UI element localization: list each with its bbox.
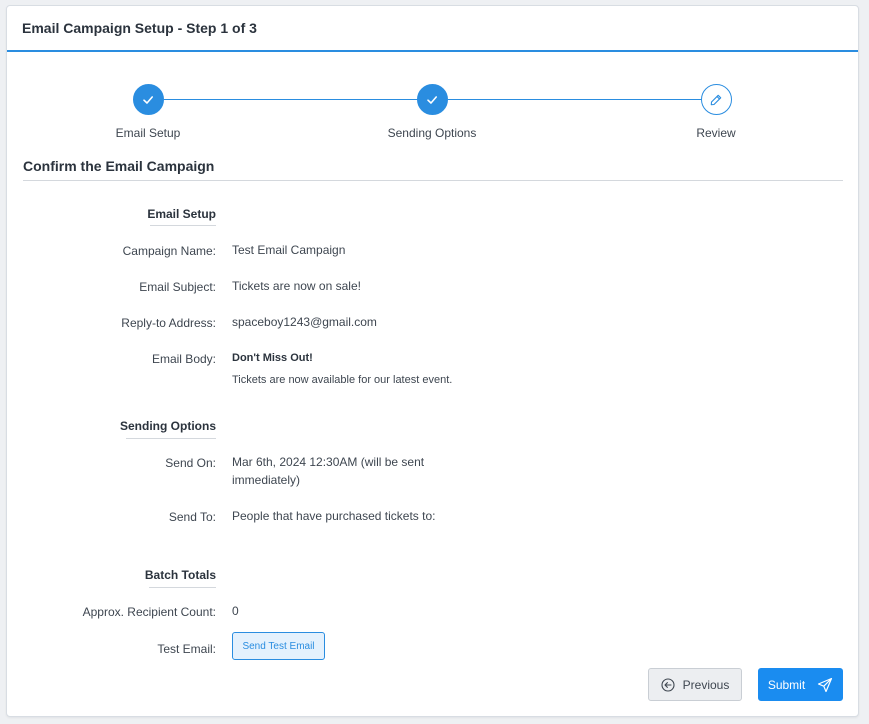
group-heading-email-setup: Email Setup (147, 207, 216, 221)
check-icon (141, 93, 155, 107)
section-title: Confirm the Email Campaign (23, 158, 215, 174)
step-sending-options[interactable]: Sending Options (362, 84, 502, 140)
group-heading-batch-totals: Batch Totals (144, 568, 216, 582)
previous-button[interactable]: Previous (648, 668, 742, 701)
step-circle-done (416, 84, 448, 115)
check-icon (425, 93, 439, 107)
arrow-left-circle-icon (661, 677, 675, 692)
campaign-panel: Email Campaign Setup - Step 1 of 3 Email… (6, 5, 859, 717)
step-circle-done (132, 84, 164, 115)
reply-to-value: spaceboy1243@gmail.com (232, 315, 377, 329)
step-review[interactable]: Review (646, 84, 786, 140)
group-divider (150, 225, 216, 226)
email-body-label: Email Body: (151, 352, 216, 366)
previous-label: Previous (682, 677, 730, 692)
email-subject-value: Tickets are now on sale! (232, 279, 361, 293)
send-to-label: Send To: (168, 510, 216, 524)
step-label: Sending Options (387, 126, 477, 140)
reply-to-label: Reply-to Address: (121, 316, 216, 330)
send-on-value-line2: immediately) (232, 473, 301, 487)
recipient-count-value: 0 (232, 604, 239, 618)
email-body-text: Tickets are now available for our latest… (232, 374, 453, 386)
campaign-name-value: Test Email Campaign (232, 243, 346, 257)
step-circle-active (700, 84, 732, 115)
group-divider (126, 438, 216, 439)
step-label: Review (696, 126, 736, 140)
send-icon (817, 677, 833, 693)
send-to-value: People that have purchased tickets to: (232, 509, 436, 523)
step-email-setup[interactable]: Email Setup (78, 84, 218, 140)
stepper: Email Setup Sending Options Review (7, 84, 860, 146)
submit-label: Submit (767, 677, 806, 692)
step-label: Email Setup (115, 126, 181, 140)
email-body-heading: Don't Miss Out! (232, 352, 313, 364)
test-email-label: Test Email: (157, 642, 216, 656)
group-divider (149, 587, 216, 588)
submit-button[interactable]: Submit (758, 668, 843, 701)
send-on-label: Send On: (165, 456, 216, 470)
send-on-value-line1: Mar 6th, 2024 12:30AM (will be sent (232, 455, 425, 469)
send-test-email-button[interactable]: Send Test Email (232, 632, 325, 660)
panel-header: Email Campaign Setup - Step 1 of 3 (7, 6, 858, 52)
pencil-icon (709, 93, 723, 107)
campaign-name-label: Campaign Name: (122, 244, 216, 258)
group-heading-sending-options: Sending Options (120, 419, 216, 433)
email-subject-label: Email Subject: (139, 280, 216, 294)
section-divider (23, 180, 843, 181)
recipient-count-label: Approx. Recipient Count: (82, 605, 216, 619)
page-title: Email Campaign Setup - Step 1 of 3 (22, 20, 257, 36)
